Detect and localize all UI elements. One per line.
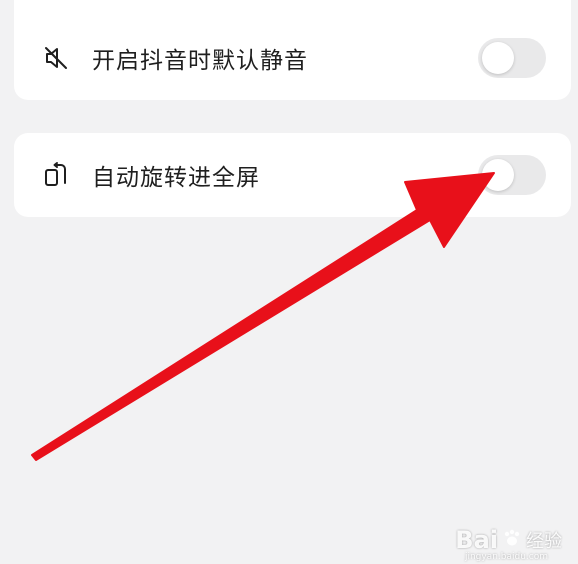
- rotate-screen-icon: [42, 161, 70, 189]
- setting-label-mute: 开启抖音时默认静音: [92, 48, 308, 74]
- setting-row-rotate[interactable]: 自动旋转进全屏: [14, 133, 571, 217]
- watermark-brand: Bai: [455, 526, 498, 554]
- speaker-mute-icon: [42, 44, 70, 72]
- watermark: Bai 经验: [455, 526, 562, 554]
- mute-toggle[interactable]: [478, 38, 546, 78]
- watermark-text: 经验: [526, 531, 562, 552]
- watermark-sub: jingyan.baidu.com: [464, 552, 548, 562]
- setting-card-rotate: 自动旋转进全屏: [14, 133, 571, 217]
- setting-card-mute: 开启抖音时默认静音: [14, 0, 571, 100]
- setting-row-mute[interactable]: 开启抖音时默认静音: [14, 16, 571, 100]
- toggle-knob: [482, 42, 514, 74]
- setting-label-rotate: 自动旋转进全屏: [92, 165, 260, 191]
- rotate-toggle[interactable]: [478, 155, 546, 195]
- toggle-knob: [482, 159, 514, 191]
- paw-icon: [502, 528, 522, 552]
